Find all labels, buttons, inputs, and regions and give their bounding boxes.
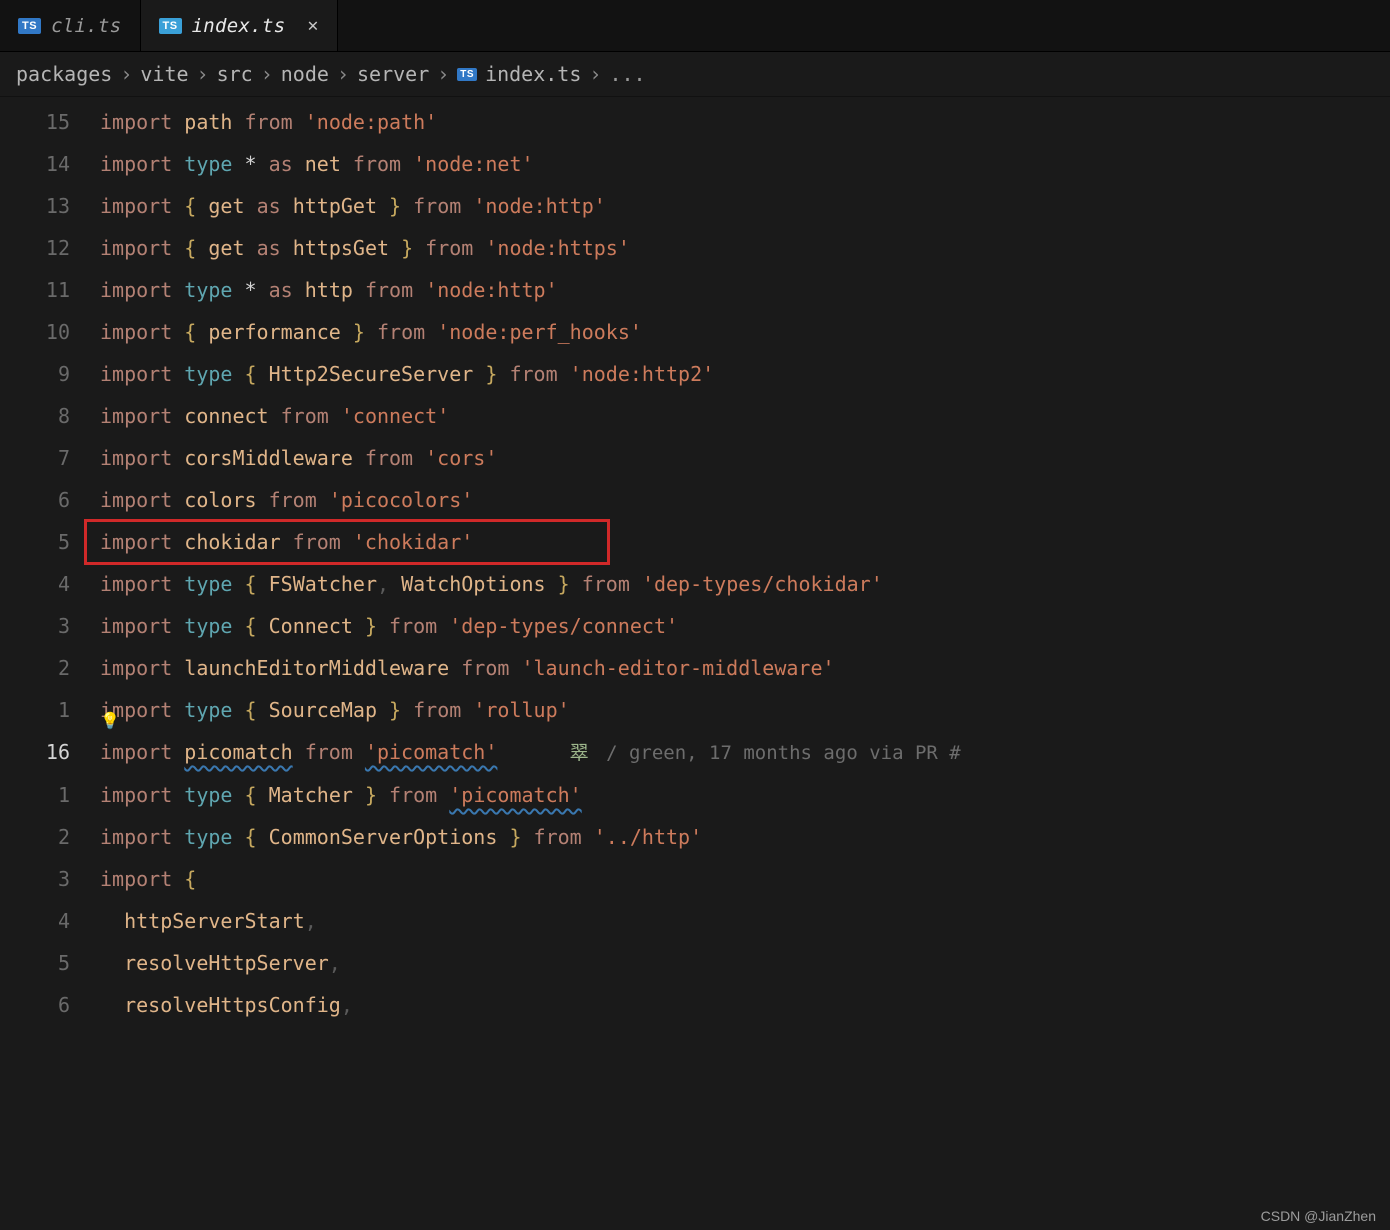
code-content[interactable]: import type { CommonServerOptions } from… — [100, 816, 1390, 858]
code-line[interactable]: 16import picomatch from 'picomatch' 翠 / … — [0, 731, 1390, 774]
code-editor[interactable]: 15import path from 'node:path'14import t… — [0, 97, 1390, 1026]
code-content[interactable]: import chokidar from 'chokidar' — [100, 521, 1390, 563]
code-content[interactable]: import corsMiddleware from 'cors' — [100, 437, 1390, 479]
tab-label: cli.ts — [51, 15, 121, 37]
crumb-item[interactable]: node — [281, 62, 329, 86]
line-number: 11 — [0, 269, 100, 311]
code-line[interactable]: 12import { get as httpsGet } from 'node:… — [0, 227, 1390, 269]
line-number: 7 — [0, 437, 100, 479]
code-line[interactable]: 5 resolveHttpServer, — [0, 942, 1390, 984]
code-line[interactable]: 1import type { Matcher } from 'picomatch… — [0, 774, 1390, 816]
code-content[interactable]: import type { Connect } from 'dep-types/… — [100, 605, 1390, 647]
crumb-item[interactable]: src — [217, 62, 253, 86]
line-number: 2 — [0, 816, 100, 858]
line-number: 8 — [0, 395, 100, 437]
line-number: 14 — [0, 143, 100, 185]
code-line[interactable]: 2import type { CommonServerOptions } fro… — [0, 816, 1390, 858]
tab-cli[interactable]: TS cli.ts — [0, 0, 141, 51]
code-line[interactable]: 14import type * as net from 'node:net' — [0, 143, 1390, 185]
code-line[interactable]: 13import { get as httpGet } from 'node:h… — [0, 185, 1390, 227]
code-line[interactable]: 10import { performance } from 'node:perf… — [0, 311, 1390, 353]
code-content[interactable]: resolveHttpsConfig, — [100, 984, 1390, 1026]
watermark: CSDN @JianZhen — [1261, 1208, 1376, 1224]
line-number: 3 — [0, 858, 100, 900]
line-number: 16 — [0, 731, 100, 773]
line-number: 4 — [0, 900, 100, 942]
code-content[interactable]: import type * as net from 'node:net' — [100, 143, 1390, 185]
code-line[interactable]: 15import path from 'node:path' — [0, 101, 1390, 143]
code-content[interactable]: import { get as httpGet } from 'node:htt… — [100, 185, 1390, 227]
ts-icon: TS — [159, 18, 182, 34]
code-content[interactable]: import colors from 'picocolors' — [100, 479, 1390, 521]
code-content[interactable]: import type * as http from 'node:http' — [100, 269, 1390, 311]
line-number: 2 — [0, 647, 100, 689]
line-number: 12 — [0, 227, 100, 269]
crumb-item[interactable]: vite — [140, 62, 188, 86]
breadcrumb: packages› vite› src› node› server› TS in… — [0, 52, 1390, 97]
code-content[interactable]: import { — [100, 858, 1390, 900]
crumb-ellipsis[interactable]: ... — [609, 62, 645, 86]
line-number: 1 — [0, 774, 100, 816]
line-number: 4 — [0, 563, 100, 605]
code-content[interactable]: import type { FSWatcher, WatchOptions } … — [100, 563, 1390, 605]
line-number: 5 — [0, 942, 100, 984]
code-line[interactable]: 6 resolveHttpsConfig, — [0, 984, 1390, 1026]
code-content[interactable]: 💡import type { SourceMap } from 'rollup' — [100, 689, 1390, 731]
code-line[interactable]: 2import launchEditorMiddleware from 'lau… — [0, 647, 1390, 689]
code-line[interactable]: 4import type { FSWatcher, WatchOptions }… — [0, 563, 1390, 605]
crumb-file[interactable]: index.ts — [485, 62, 581, 86]
code-line[interactable]: 3import { — [0, 858, 1390, 900]
tab-index[interactable]: TS index.ts ✕ — [141, 0, 338, 51]
line-number: 5 — [0, 521, 100, 563]
code-line[interactable]: 3import type { Connect } from 'dep-types… — [0, 605, 1390, 647]
code-line[interactable]: 9import type { Http2SecureServer } from … — [0, 353, 1390, 395]
code-content[interactable]: import connect from 'connect' — [100, 395, 1390, 437]
close-icon[interactable]: ✕ — [307, 15, 318, 36]
crumb-item[interactable]: packages — [16, 62, 112, 86]
line-number: 15 — [0, 101, 100, 143]
git-blame-annotation[interactable]: 翠 / green, 17 months ago via PR # — [570, 742, 961, 764]
code-content[interactable]: import { get as httpsGet } from 'node:ht… — [100, 227, 1390, 269]
line-number: 6 — [0, 479, 100, 521]
code-content[interactable]: import type { Http2SecureServer } from '… — [100, 353, 1390, 395]
code-line[interactable]: 4 httpServerStart, — [0, 900, 1390, 942]
line-number: 9 — [0, 353, 100, 395]
line-number: 10 — [0, 311, 100, 353]
tab-label: index.ts — [192, 15, 286, 37]
code-content[interactable]: resolveHttpServer, — [100, 942, 1390, 984]
ts-icon: TS — [18, 18, 41, 34]
code-line[interactable]: 1💡import type { SourceMap } from 'rollup… — [0, 689, 1390, 731]
ts-icon: TS — [457, 68, 477, 81]
code-content[interactable]: import path from 'node:path' — [100, 101, 1390, 143]
code-line[interactable]: 11import type * as http from 'node:http' — [0, 269, 1390, 311]
code-content[interactable]: import launchEditorMiddleware from 'laun… — [100, 647, 1390, 689]
code-content[interactable]: import { performance } from 'node:perf_h… — [100, 311, 1390, 353]
line-number: 6 — [0, 984, 100, 1026]
code-line[interactable]: 6import colors from 'picocolors' — [0, 479, 1390, 521]
code-content[interactable]: httpServerStart, — [100, 900, 1390, 942]
tab-bar: TS cli.ts TS index.ts ✕ — [0, 0, 1390, 52]
line-number: 3 — [0, 605, 100, 647]
line-number: 13 — [0, 185, 100, 227]
code-line[interactable]: 7import corsMiddleware from 'cors' — [0, 437, 1390, 479]
code-content[interactable]: import type { Matcher } from 'picomatch' — [100, 774, 1390, 816]
line-number: 1 — [0, 689, 100, 731]
code-line[interactable]: 5import chokidar from 'chokidar' — [0, 521, 1390, 563]
code-line[interactable]: 8import connect from 'connect' — [0, 395, 1390, 437]
crumb-item[interactable]: server — [357, 62, 429, 86]
code-content[interactable]: import picomatch from 'picomatch' 翠 / gr… — [100, 731, 1390, 774]
